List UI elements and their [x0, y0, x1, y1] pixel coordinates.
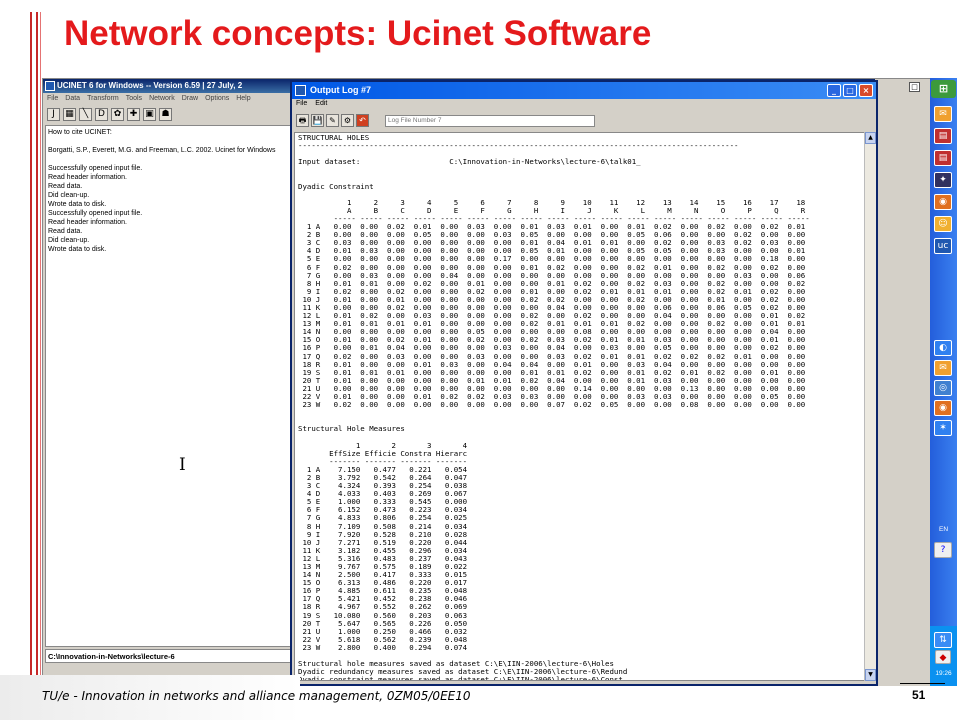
toolbar-icon[interactable]: ▦	[63, 108, 76, 121]
slide: Network concepts: Ucinet Software UCINET…	[0, 0, 960, 720]
status-path: C:\Innovation-in-Networks\lecture-6	[45, 649, 293, 663]
slide-footer: TU/e - Innovation in networks and allian…	[42, 689, 471, 703]
window-controls: _ □ ×	[827, 84, 873, 97]
log-file-name-field[interactable]: Log File Number 7	[385, 114, 595, 127]
network-icon[interactable]: ⇅	[934, 632, 952, 648]
log-line: Did clean-up.	[48, 237, 90, 244]
taskbar-app-icon[interactable]: ✉	[934, 106, 952, 122]
vertical-scrollbar[interactable]: ▲ ▼	[864, 132, 876, 681]
security-icon[interactable]: ◆	[935, 650, 951, 664]
taskbar-app-icon[interactable]: ◐	[934, 340, 952, 356]
main-log-pane[interactable]: How to cite UCINET: Borgatti, S.P., Evere…	[45, 125, 291, 647]
maximize-icon[interactable]: □	[909, 82, 920, 92]
text-cursor-icon: I	[179, 455, 186, 475]
menu-item[interactable]: File	[47, 95, 58, 102]
taskbar-app-icon[interactable]: ✦	[934, 172, 952, 188]
accent-bar	[40, 12, 41, 712]
taskbar-app-icon[interactable]: ✶	[934, 420, 952, 436]
page-number: 51	[912, 688, 926, 702]
toolbar-icon[interactable]: ✚	[127, 108, 140, 121]
log-line: Wrote data to disk.	[48, 201, 107, 208]
log-line: Borgatti, S.P., Everett, M.G. and Freema…	[48, 147, 276, 154]
toolbar-icon[interactable]: D	[95, 108, 108, 121]
slide-title: Network concepts: Ucinet Software	[64, 14, 652, 53]
toolbar-icon[interactable]: J	[47, 108, 60, 121]
taskbar-app-icon[interactable]: ☺	[934, 216, 952, 232]
maximize-button[interactable]: □	[843, 84, 857, 97]
main-window-title: UCINET 6 for Windows -- Version 6.59 | 2…	[57, 81, 243, 90]
taskbar-app-icon[interactable]: ▤	[934, 128, 952, 144]
output-text-area[interactable]: STRUCTURAL HOLES -----------------------…	[294, 132, 866, 681]
menu-item[interactable]: Data	[65, 95, 80, 102]
scroll-up-icon[interactable]: ▲	[865, 132, 876, 144]
output-menu-bar: File Edit	[292, 99, 876, 111]
accent-bar	[36, 12, 38, 712]
output-toolbar: 🖶 💾 ✎ ⚙ ↶ Log File Number 7	[292, 111, 876, 130]
taskbar-app-icon[interactable]: ◉	[934, 194, 952, 210]
toolbar-icon[interactable]: 🖶	[296, 114, 309, 127]
toolbar-icon[interactable]: ╲	[79, 108, 92, 121]
menu-item[interactable]: Network	[149, 95, 175, 102]
log-line: Read header information.	[48, 219, 127, 226]
output-app-icon	[295, 85, 306, 96]
toolbar-icon[interactable]: ▣	[143, 108, 156, 121]
taskbar-app-icon[interactable]: ✉	[934, 360, 952, 376]
menu-item[interactable]: Edit	[315, 100, 327, 107]
log-line: Successfully opened input file.	[48, 210, 143, 217]
minimize-button[interactable]: _	[827, 84, 841, 97]
log-line: Successfully opened input file.	[48, 165, 143, 172]
close-button[interactable]: ×	[859, 84, 873, 97]
toolbar-icon[interactable]: 💾	[311, 114, 324, 127]
page-number-rule	[900, 683, 945, 684]
language-indicator[interactable]: EN	[932, 526, 955, 538]
scroll-down-icon[interactable]: ▼	[865, 669, 876, 681]
toolbar-icon[interactable]: ⚙	[341, 114, 354, 127]
toolbar-icon[interactable]: ✿	[111, 108, 124, 121]
system-tray: ⇅ ◆	[930, 626, 957, 686]
log-line: Read data.	[48, 183, 83, 190]
screenshot: UCINET 6 for Windows -- Version 6.59 | 2…	[42, 78, 957, 686]
output-log-window: Output Log #7 _ □ × File Edit 🖶 💾 ✎ ⚙ ↶ Log F…	[290, 80, 878, 686]
log-line: How to cite UCINET:	[48, 129, 112, 136]
ucinet-app-icon	[45, 81, 55, 91]
menu-item[interactable]: Help	[236, 95, 250, 102]
log-line: Read data.	[48, 228, 83, 235]
output-window-title: Output Log #7	[310, 85, 371, 95]
menu-item[interactable]: Draw	[182, 95, 198, 102]
toolbar-icon[interactable]: ✎	[326, 114, 339, 127]
menu-item[interactable]: File	[296, 100, 307, 107]
taskbar: ⊞ ✉ ▤ ▤ ✦ ◉ ☺ uc ◐ ✉ ◎ ◉ ✶ EN ? ⇅ ◆ 19:2…	[930, 78, 957, 686]
taskbar-app-icon[interactable]: ▤	[934, 150, 952, 166]
ucinet-taskbar-icon[interactable]: uc	[934, 238, 952, 254]
main-window-right-area: □	[875, 79, 931, 686]
help-icon[interactable]: ?	[934, 542, 952, 558]
taskbar-app-icon[interactable]: ◉	[934, 400, 952, 416]
taskbar-app-icon[interactable]: ◎	[934, 380, 952, 396]
output-text: STRUCTURAL HOLES -----------------------…	[298, 133, 810, 681]
menu-item[interactable]: Options	[205, 95, 229, 102]
log-line: Wrote data to disk.	[48, 246, 107, 253]
toolbar-icon[interactable]: ↶	[356, 114, 369, 127]
menu-item[interactable]: Tools	[126, 95, 142, 102]
output-title-bar[interactable]: Output Log #7 _ □ ×	[292, 82, 876, 99]
clock: 19:26	[935, 670, 952, 677]
output-toolbar-icons: 🖶 💾 ✎ ⚙ ↶	[296, 114, 369, 127]
log-line: Did clean-up.	[48, 192, 90, 199]
start-flag-icon[interactable]: ⊞	[931, 80, 956, 98]
toolbar-icon[interactable]: ☗	[159, 108, 172, 121]
accent-bar	[30, 12, 32, 712]
menu-item[interactable]: Transform	[87, 95, 119, 102]
log-line: Read header information.	[48, 174, 127, 181]
